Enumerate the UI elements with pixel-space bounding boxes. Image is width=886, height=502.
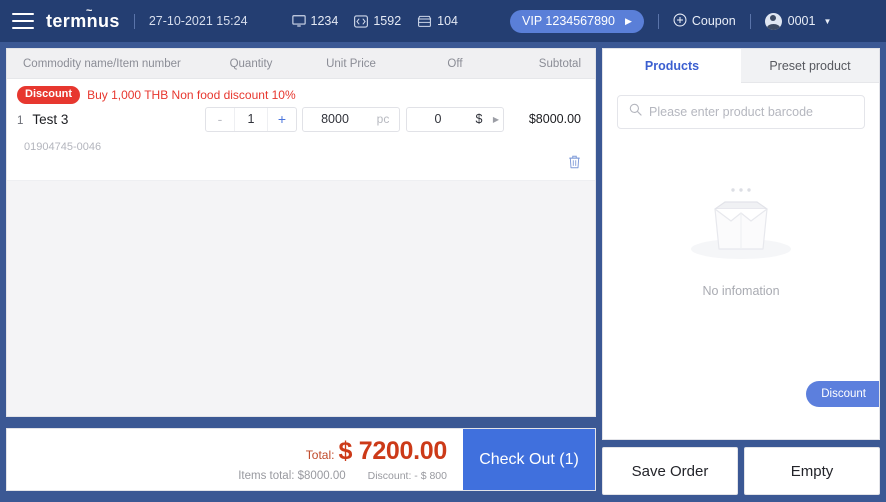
cart-column-headers: Commodity name/Item number Quantity Unit… — [7, 49, 595, 79]
discount-total-label: Discount: - $ 800 — [367, 470, 447, 482]
cart-item-name: Test 3 — [32, 111, 69, 127]
promo-row: Discount Buy 1,000 THB Non food discount… — [7, 86, 595, 107]
coupon-label: Coupon — [691, 14, 736, 28]
discount-fab-button[interactable]: Discount — [806, 381, 879, 407]
stat-store: 104 — [417, 14, 458, 28]
cart-panel: Commodity name/Item number Quantity Unit… — [6, 48, 596, 417]
chevron-right-icon[interactable]: ▶ — [489, 115, 503, 124]
cart-item-subtotal: $8000.00 — [528, 112, 581, 127]
header-datetime: 27-10-2021 15:24 — [148, 14, 248, 28]
quantity-increment-button[interactable]: + — [268, 112, 296, 126]
delete-icon[interactable] — [568, 155, 581, 174]
cart-item-name-block: 1 Test 3 — [7, 112, 203, 127]
stat-monitor: 1234 — [291, 14, 339, 28]
promo-badge: Discount — [17, 86, 81, 104]
off-value[interactable]: 0 — [407, 112, 469, 126]
chevron-right-icon: ▶ — [624, 15, 632, 26]
cart-item-code: 01904745-0046 — [24, 140, 102, 153]
total-amount: $ 7200.00 — [338, 437, 447, 465]
header-divider-3 — [749, 13, 751, 29]
user-id-label: 0001 — [787, 14, 816, 28]
logo-tilde-mark: ~ — [86, 4, 93, 17]
product-tabs: Products Preset product — [603, 49, 879, 83]
empty-state-text: No infomation — [702, 284, 780, 298]
quantity-cell: - 1 + — [203, 106, 299, 132]
cart-item-index: 1 — [17, 114, 24, 127]
unit-price-field[interactable]: 8000 pc — [302, 106, 400, 132]
product-empty-state: No infomation Discount — [603, 129, 879, 439]
tab-preset-product[interactable]: Preset product — [741, 49, 879, 83]
promo-text: Buy 1,000 THB Non food discount 10% — [87, 87, 296, 102]
order-action-buttons: Save Order Empty — [602, 447, 880, 495]
user-menu[interactable]: 0001 ▼ — [764, 12, 832, 30]
column-header-off: Off — [447, 57, 463, 70]
header-stats: 1234 1592 104 — [291, 14, 458, 28]
empty-box-icon — [685, 175, 797, 272]
save-order-button[interactable]: Save Order — [602, 447, 738, 495]
search-icon — [629, 103, 642, 121]
stat-code: 1592 — [354, 14, 401, 28]
barcode-search-wrap — [603, 83, 879, 129]
column-header-subtotal: Subtotal — [538, 57, 581, 70]
column-header-name: Commodity name/Item number — [23, 57, 181, 70]
off-cell: 0 $ ▶ — [403, 106, 507, 132]
barcode-search-input[interactable] — [649, 105, 853, 119]
cart-items-list: Discount Buy 1,000 THB Non food discount… — [7, 79, 595, 416]
cart-item-row[interactable]: Discount Buy 1,000 THB Non food discount… — [7, 79, 595, 181]
off-currency-label: $ — [475, 112, 483, 127]
off-field[interactable]: 0 $ ▶ — [406, 106, 504, 132]
vip-label: VIP 1234567890 — [522, 14, 615, 28]
logo-text: termnus — [46, 10, 120, 31]
barcode-search-box[interactable] — [617, 95, 865, 129]
unit-price-cell: 8000 pc — [299, 106, 403, 132]
store-icon — [417, 15, 432, 28]
checkout-button[interactable]: Check Out (1) — [463, 429, 595, 490]
vip-customer-button[interactable]: VIP 1234567890 ▶ — [510, 9, 644, 33]
coupon-button[interactable]: Coupon — [673, 13, 736, 30]
monitor-icon — [291, 14, 306, 28]
cart-item-actions — [7, 153, 595, 176]
quantity-decrement-button[interactable]: - — [206, 112, 234, 126]
unit-price-value[interactable]: 8000 — [303, 112, 367, 126]
header-divider-1 — [133, 13, 135, 29]
stat-monitor-value: 1234 — [310, 14, 339, 28]
header-divider-2 — [657, 13, 659, 29]
product-panel: Products Preset product Please enter pro… — [602, 48, 880, 440]
plus-circle-icon — [673, 13, 687, 30]
quantity-value[interactable]: 1 — [234, 107, 268, 131]
chevron-down-icon: ▼ — [823, 16, 832, 26]
empty-cart-button[interactable]: Empty — [744, 447, 880, 495]
app-logo: termnus ~ — [46, 5, 120, 32]
hamburger-icon[interactable] — [12, 13, 34, 29]
stat-code-value: 1592 — [373, 14, 402, 28]
column-header-quantity: Quantity — [229, 57, 273, 70]
pos-app: termnus ~ 27-10-2021 15:24 1234 1592 104… — [0, 0, 886, 502]
items-total-label: Items total: $8000.00 — [238, 470, 346, 482]
avatar — [764, 12, 782, 30]
totals-bar: Total: $ 7200.00 Items total: $8000.00 D… — [6, 428, 596, 491]
stat-store-value: 104 — [437, 14, 459, 28]
cart-item-main: 1 Test 3 - 1 + 8000 pc 0 $ ▶ $8000.00 — [7, 106, 595, 132]
code-badge-icon — [354, 14, 369, 28]
total-label: Total: — [305, 448, 335, 462]
tab-products[interactable]: Products — [603, 49, 741, 83]
totals-summary: Total: $ 7200.00 Items total: $8000.00 D… — [7, 429, 463, 490]
unit-label: pc — [376, 112, 390, 127]
quantity-stepper[interactable]: - 1 + — [205, 106, 297, 132]
app-header: termnus ~ 27-10-2021 15:24 1234 1592 104… — [0, 0, 886, 42]
column-header-unitprice: Unit Price — [326, 57, 376, 70]
